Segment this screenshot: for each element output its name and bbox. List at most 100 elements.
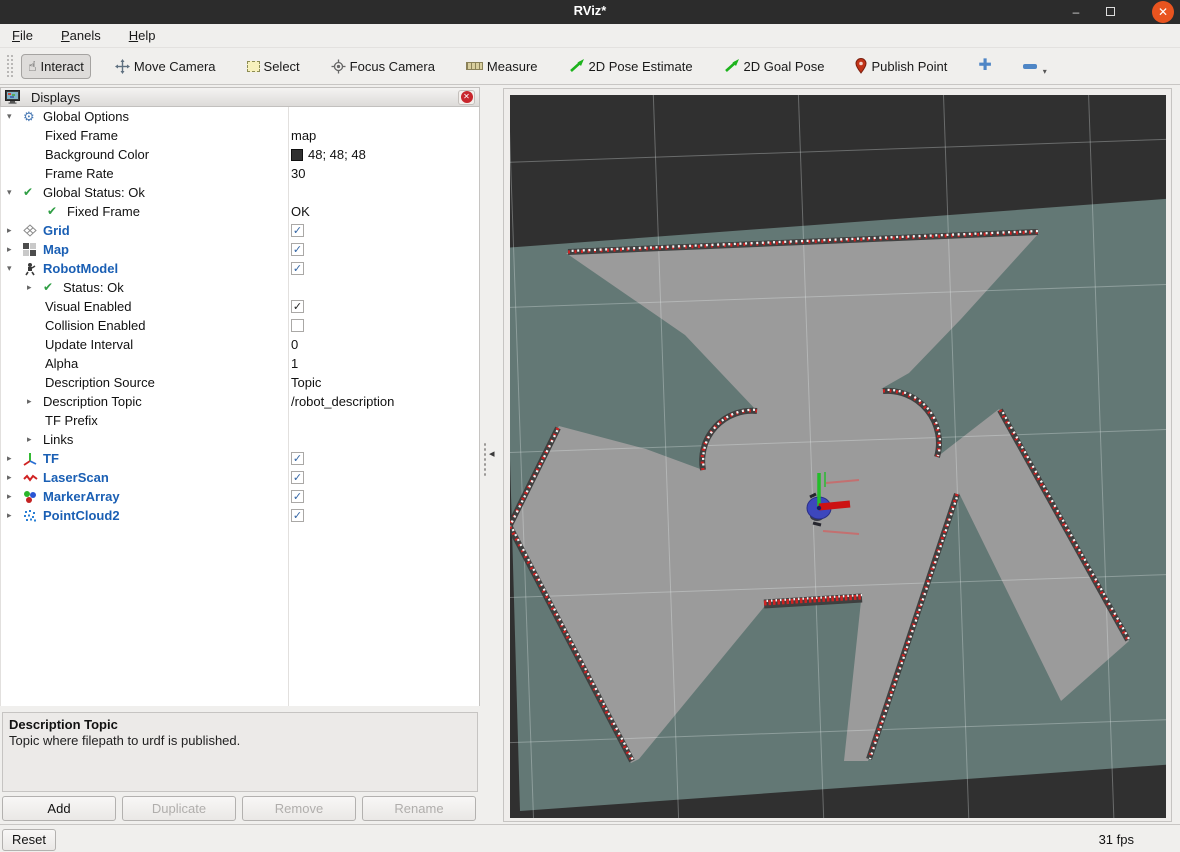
duplicate-button[interactable]: Duplicate [122, 796, 236, 821]
row-value[interactable]: 30 [291, 164, 305, 183]
expander-icon[interactable]: ▸ [7, 506, 23, 525]
tool-move-camera[interactable]: Move Camera [108, 54, 223, 79]
remove-button[interactable]: Remove [242, 796, 356, 821]
expander-icon[interactable]: ▸ [7, 468, 23, 487]
row-value[interactable]: 48; 48; 48 [291, 145, 366, 164]
map-icon [23, 243, 36, 256]
tool-2d-goal-pose[interactable]: 2D Goal Pose [717, 54, 832, 79]
expander-icon[interactable]: ▸ [27, 278, 43, 297]
menu-file[interactable]: File [12, 28, 33, 43]
row-value[interactable]: ✓ [291, 487, 304, 506]
expander-icon[interactable]: ▸ [7, 487, 23, 506]
tree-row-update-interval[interactable]: Update Interval0 [1, 335, 479, 354]
row-label: Status: Ok [63, 278, 124, 297]
expander-icon[interactable]: ▸ [7, 221, 23, 240]
reset-button[interactable]: Reset [2, 829, 56, 851]
tree-row-frame-rate[interactable]: Frame Rate30 [1, 164, 479, 183]
tool-add-tool-icon[interactable]: ✚ [971, 53, 998, 79]
tree-row-collision-enabled[interactable]: Collision Enabled [1, 316, 479, 335]
expander-icon[interactable]: ▸ [27, 392, 43, 411]
row-value[interactable]: ✓ [291, 240, 304, 259]
tree-row-pointcloud2[interactable]: ▸PointCloud2✓ [1, 506, 479, 525]
toolbar: ☝Interact Move Camera Select Focus Camera Me… [0, 48, 1180, 85]
tree-row-laserscan[interactable]: ▸LaserScan✓ [1, 468, 479, 487]
close-icon: ✕ [461, 91, 473, 103]
checkbox[interactable]: ✓ [291, 224, 304, 237]
tree-row-tf-prefix[interactable]: TF Prefix [1, 411, 479, 430]
menu-help[interactable]: Help [129, 28, 156, 43]
row-value[interactable]: ✓ [291, 259, 304, 278]
checkbox[interactable]: ✓ [291, 262, 304, 275]
expander-icon[interactable]: ▸ [7, 240, 23, 259]
add-button[interactable]: Add [2, 796, 116, 821]
row-value[interactable]: 0 [291, 335, 298, 354]
row-value[interactable]: ✓ [291, 297, 304, 316]
row-value[interactable]: 1 [291, 354, 298, 373]
tree-row-description-topic[interactable]: ▸Description Topic/robot_description [1, 392, 479, 411]
expander-icon[interactable]: ▸ [27, 430, 43, 449]
displays-tree: ▾⚙Global OptionsFixed FramemapBackground… [0, 107, 480, 706]
row-value[interactable] [291, 316, 304, 335]
row-value[interactable]: ✓ [291, 506, 304, 525]
row-value[interactable]: ✓ [291, 449, 304, 468]
menu-panels[interactable]: Panels [61, 28, 101, 43]
rename-button[interactable]: Rename [362, 796, 476, 821]
checkbox[interactable]: ✓ [291, 243, 304, 256]
row-value[interactable]: OK [291, 202, 310, 221]
tool-label: Measure [487, 59, 538, 74]
toolbar-drag-handle[interactable] [6, 54, 13, 78]
expander-icon[interactable]: ▸ [7, 449, 23, 468]
property-help-box: Description Topic Topic where filepath t… [2, 712, 478, 792]
tree-row-global-options[interactable]: ▾⚙Global Options [1, 107, 479, 126]
tree-row-fixed-frame[interactable]: Fixed Framemap [1, 126, 479, 145]
tree-row-map[interactable]: ▸Map✓ [1, 240, 479, 259]
color-swatch[interactable] [291, 149, 303, 161]
help-text: Topic where filepath to urdf is publishe… [9, 733, 471, 748]
tool-remove-tool-icon[interactable]: ▾ [1016, 52, 1054, 81]
tool-2d-pose-estimate[interactable]: 2D Pose Estimate [562, 54, 700, 79]
tool-measure[interactable]: Measure [459, 54, 545, 79]
checkbox[interactable]: ✓ [291, 452, 304, 465]
row-value[interactable]: Topic [291, 373, 321, 392]
tree-row-background-color[interactable]: Background Color48; 48; 48 [1, 145, 479, 164]
expander-icon[interactable]: ▾ [7, 183, 23, 202]
tree-row-links[interactable]: ▸Links [1, 430, 479, 449]
tree-row-description-source[interactable]: Description SourceTopic [1, 373, 479, 392]
close-button[interactable]: ✕ [1152, 1, 1174, 23]
tree-row-global-status-ok[interactable]: ▾✔Global Status: Ok [1, 183, 479, 202]
expander-icon[interactable]: ▾ [7, 107, 23, 126]
displays-panel-title: Displays [31, 90, 80, 105]
tree-row-fixed-frame[interactable]: ✔Fixed FrameOK [1, 202, 479, 221]
tree-row-tf[interactable]: ▸TF✓ [1, 449, 479, 468]
tool-publish-point[interactable]: Publish Point [848, 53, 954, 79]
row-value[interactable]: ✓ [291, 221, 304, 240]
minimize-button[interactable]: – [1064, 2, 1088, 22]
robot-axis-x [819, 504, 850, 507]
expander-icon[interactable]: ▾ [7, 259, 23, 278]
tree-row-markerarray[interactable]: ▸MarkerArray✓ [1, 487, 479, 506]
checkbox[interactable]: ✓ [291, 509, 304, 522]
pose-estimate-arrow-icon [569, 59, 585, 73]
tool-select[interactable]: Select [240, 54, 307, 79]
displays-close-button[interactable]: ✕ [458, 90, 475, 105]
checkbox[interactable]: ✓ [291, 490, 304, 503]
tree-row-visual-enabled[interactable]: Visual Enabled✓ [1, 297, 479, 316]
panel-splitter[interactable]: ◂ [481, 87, 503, 824]
maximize-button[interactable] [1098, 2, 1122, 22]
tree-row-alpha[interactable]: Alpha1 [1, 354, 479, 373]
displays-panel-header: Displays ✕ [0, 87, 480, 107]
row-value[interactable]: /robot_description [291, 392, 394, 411]
viewport-3d[interactable] [510, 95, 1166, 818]
tree-row-grid[interactable]: ▸Grid✓ [1, 221, 479, 240]
row-value[interactable]: map [291, 126, 316, 145]
checkbox[interactable]: ✓ [291, 471, 304, 484]
chevron-down-icon[interactable]: ▾ [1043, 67, 1047, 76]
splitter-collapse-icon[interactable]: ◂ [489, 447, 495, 460]
checkbox[interactable] [291, 319, 304, 332]
tool-focus-camera[interactable]: Focus Camera [324, 54, 442, 79]
row-value[interactable]: ✓ [291, 468, 304, 487]
tool-interact[interactable]: ☝Interact [21, 54, 91, 79]
tree-row-robotmodel[interactable]: ▾RobotModel✓ [1, 259, 479, 278]
tree-row-status-ok[interactable]: ▸✔Status: Ok [1, 278, 479, 297]
checkbox[interactable]: ✓ [291, 300, 304, 313]
